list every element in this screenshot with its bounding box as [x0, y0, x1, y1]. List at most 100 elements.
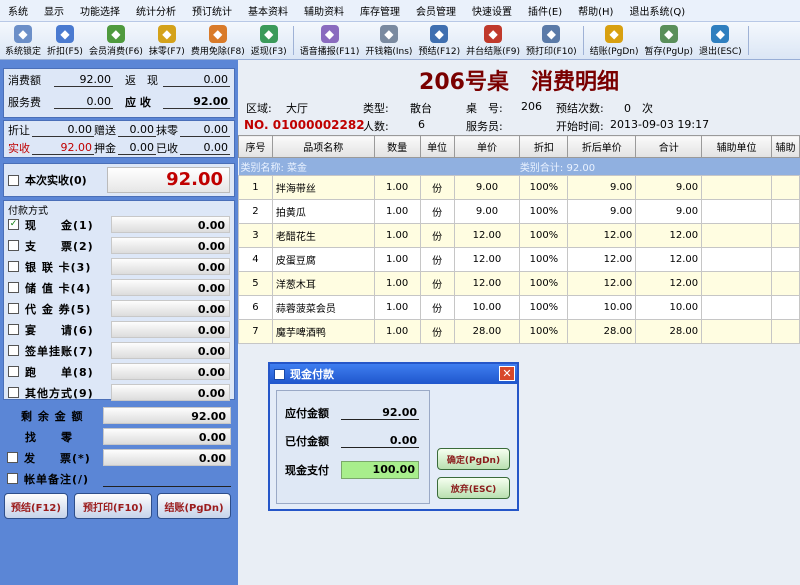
payment-amount[interactable]: 0.00	[111, 321, 230, 338]
payment-checkbox[interactable]	[8, 345, 19, 356]
toolbar-label: 预打印(F10)	[526, 47, 577, 57]
menu-item-9[interactable]: 快速设置	[464, 3, 520, 18]
column-header[interactable]: 折扣	[519, 135, 569, 158]
payment-amount[interactable]: 0.00	[111, 342, 230, 359]
payment-checkbox[interactable]	[8, 261, 19, 272]
toolbar-button-1[interactable]: ◆ 折扣(F5)	[44, 22, 86, 59]
payment-amount[interactable]: 0.00	[111, 258, 230, 275]
menu-item-4[interactable]: 预订统计	[184, 3, 240, 18]
toolbar-button-7[interactable]: ◆ 开钱箱(Ins)	[362, 22, 415, 59]
payment-amount[interactable]: 0.00	[111, 279, 230, 296]
table-row[interactable]: 7 魔芋啤酒鸭 1.00 份 28.00 100% 28.00 28.00	[238, 319, 800, 344]
column-header[interactable]: 折后单价	[567, 135, 637, 158]
toolbar-button-4[interactable]: ◆ 费用免除(F8)	[188, 22, 248, 59]
checkout-button[interactable]: 结账(PgDn)	[157, 493, 231, 519]
left-panel: 消费额 92.00 返 现 0.00 服务费 0.00 应 收 92.00 折让…	[0, 60, 238, 585]
menu-item-5[interactable]: 基本资料	[240, 3, 296, 18]
table-row[interactable]: 6 蒜蓉菠菜会员 1.00 份 10.00 100% 10.00 10.00	[238, 295, 800, 320]
toolbar-button-12[interactable]: ◆ 暂存(PgUp)	[642, 22, 696, 59]
toolbar-button-6[interactable]: ◆ 语音播报(F11)	[297, 22, 363, 59]
toolbar-label: 费用免除(F8)	[190, 47, 245, 57]
prebill-count-value: 0 次	[624, 102, 653, 115]
table-cell: 1.00	[373, 247, 421, 272]
invoice-checkbox[interactable]	[7, 452, 18, 463]
this-received-label: 本次实收(0)	[25, 174, 87, 187]
payment-checkbox[interactable]: ✓	[8, 219, 19, 230]
menu-item-3[interactable]: 统计分析	[128, 3, 184, 18]
toolbar-button-5[interactable]: ◆ 返现(F3)	[248, 22, 290, 59]
toolbar-button-11[interactable]: ◆ 结账(PgDn)	[587, 22, 642, 59]
menu-item-0[interactable]: 系统	[0, 3, 36, 18]
menu-item-2[interactable]: 功能选择	[72, 3, 128, 18]
payment-amount[interactable]: 0.00	[111, 363, 230, 380]
toolbar-button-9[interactable]: ◆ 并台结账(F9)	[463, 22, 523, 59]
table-row[interactable]: 5 洋葱木耳 1.00 份 12.00 100% 12.00 12.00	[238, 271, 800, 296]
payment-amount[interactable]: 0.00	[111, 216, 230, 233]
consume-label: 消费额	[8, 74, 41, 87]
column-header[interactable]: 单价	[453, 135, 521, 158]
table-cell: 12.00	[453, 247, 521, 272]
payment-checkbox[interactable]	[8, 324, 19, 335]
prebill-button[interactable]: 预结(F12)	[4, 493, 68, 519]
payment-amount[interactable]: 0.00	[111, 237, 230, 254]
toolbar-button-13[interactable]: ◆ 退出(ESC)	[696, 22, 745, 59]
toolbar-button-0[interactable]: ◆ 系统锁定	[2, 22, 44, 59]
menu-item-8[interactable]: 会员管理	[408, 3, 464, 18]
payment-checkbox[interactable]	[8, 282, 19, 293]
column-header[interactable]: 辅助	[770, 135, 800, 158]
table-row[interactable]: 2 拍黄瓜 1.00 份 9.00 100% 9.00 9.00	[238, 199, 800, 224]
cashback-icon: ◆	[259, 25, 278, 43]
cash-input[interactable]: 100.00	[341, 461, 419, 479]
close-icon[interactable]: ✕	[499, 366, 515, 381]
payment-amount[interactable]: 0.00	[111, 300, 230, 317]
dialog-ok-button[interactable]: 确定(PgDn)	[437, 448, 510, 470]
table-cell: 蒜蓉菠菜会员	[271, 295, 375, 320]
this-received-value[interactable]: 92.00	[107, 167, 230, 193]
menu-item-1[interactable]: 显示	[36, 3, 72, 18]
column-header[interactable]: 数量	[373, 135, 421, 158]
note-field[interactable]	[103, 470, 231, 487]
merge-icon: ◆	[484, 25, 503, 43]
payment-label: 其他方式(9)	[25, 386, 94, 400]
table-row[interactable]: 3 老醋花生 1.00 份 12.00 100% 12.00 12.00	[238, 223, 800, 248]
preprint-button[interactable]: 预打印(F10)	[74, 493, 152, 519]
table-row[interactable]: 4 皮蛋豆腐 1.00 份 12.00 100% 12.00 12.00	[238, 247, 800, 272]
this-received-box: 本次实收(0) 92.00	[3, 163, 235, 197]
menu-item-10[interactable]: 插件(E)	[520, 3, 570, 18]
menu-item-12[interactable]: 退出系统(Q)	[621, 3, 693, 18]
table-value: 206	[521, 100, 542, 113]
toolbar-button-8[interactable]: ◆ 预结(F12)	[415, 22, 463, 59]
table-row[interactable]: 1 拌海带丝 1.00 份 9.00 100% 9.00 9.00	[238, 175, 800, 200]
payment-amount[interactable]: 0.00	[111, 384, 230, 401]
column-header[interactable]: 序号	[238, 135, 273, 158]
column-header[interactable]: 辅助单位	[701, 135, 772, 158]
this-received-checkbox[interactable]	[8, 174, 19, 186]
toolbar-button-10[interactable]: ◆ 预打印(F10)	[523, 22, 580, 59]
menu-item-7[interactable]: 库存管理	[352, 3, 408, 18]
menu-item-6[interactable]: 辅助资料	[296, 3, 352, 18]
payment-checkbox[interactable]	[8, 303, 19, 314]
payment-checkbox[interactable]	[8, 387, 19, 398]
table-cell: 100%	[519, 271, 569, 296]
summary-box: 消费额 92.00 返 现 0.00 服务费 0.00 应 收 92.00	[3, 68, 235, 118]
dialog-cancel-button[interactable]: 放弃(ESC)	[437, 477, 510, 499]
note-checkbox[interactable]	[7, 473, 18, 484]
payment-row: 签单挂账(7) 0.00	[4, 340, 234, 361]
menu-item-11[interactable]: 帮助(H)	[570, 3, 621, 18]
dialog-titlebar[interactable]: 现金付款	[270, 364, 517, 384]
service-value: 0.00	[53, 95, 113, 109]
column-header[interactable]: 合计	[635, 135, 703, 158]
toolbar-button-2[interactable]: ◆ 会员消费(F6)	[86, 22, 146, 59]
payment-checkbox[interactable]	[8, 240, 19, 251]
speaker-icon: ◆	[320, 25, 339, 43]
toolbar-button-3[interactable]: ◆ 抹零(F7)	[146, 22, 188, 59]
payment-checkbox[interactable]	[8, 366, 19, 377]
payment-label: 现 金(1)	[25, 218, 94, 232]
table-cell: 2	[238, 199, 273, 224]
table-cell	[770, 199, 800, 224]
column-header[interactable]: 品项名称	[271, 135, 375, 158]
invoice-value[interactable]: 0.00	[103, 449, 231, 466]
column-header[interactable]: 单位	[419, 135, 455, 158]
paid-value: 0.00	[341, 434, 419, 448]
settlement-box: 折让 0.00 赠送 0.00 抹零 0.00 实收 92.00 押金 0.00…	[3, 120, 235, 158]
